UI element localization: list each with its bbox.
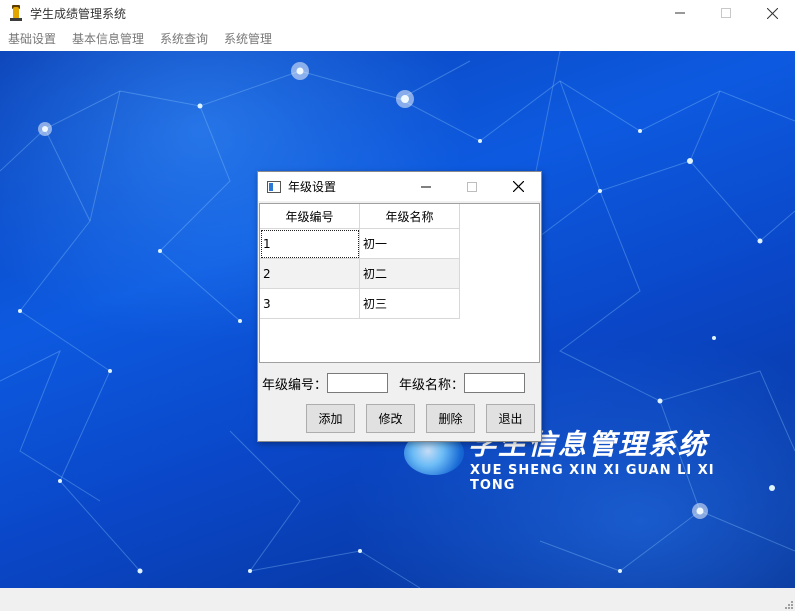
grade-name-label: 年级名称：	[399, 377, 465, 393]
cell-grade-name[interactable]: 初一	[360, 229, 460, 259]
grade-name-input[interactable]	[464, 373, 526, 393]
minimize-icon	[421, 186, 431, 187]
dialog-button-row: 添加 修改 删除 退出	[306, 404, 546, 433]
table-header: 年级编号 年级名称	[260, 204, 460, 229]
grade-settings-dialog: 年级设置 年级编号 年级名称 1 初一 2 初二 3 初三 年级编号： 年级名称…	[257, 171, 542, 442]
minimize-icon	[675, 12, 685, 14]
table-row[interactable]: 2 初二	[260, 259, 460, 289]
dialog-maximize-button[interactable]	[449, 172, 495, 201]
exit-button[interactable]: 退出	[486, 404, 535, 433]
dialog-title: 年级设置	[288, 180, 337, 194]
dialog-icon	[267, 180, 281, 193]
maximize-icon	[467, 181, 477, 192]
resize-grip-icon[interactable]	[783, 599, 793, 609]
logo-subtitle: XUE SHENG XIN XI GUAN LI XI TONG	[470, 463, 715, 493]
app-icon	[10, 5, 22, 21]
close-icon	[766, 7, 778, 19]
maximize-button[interactable]	[703, 0, 749, 26]
cell-grade-name[interactable]: 初二	[360, 259, 460, 289]
grade-id-input[interactable]	[327, 373, 389, 393]
table-row[interactable]: 1 初一	[260, 229, 460, 259]
dialog-window-controls	[403, 172, 541, 201]
close-icon	[512, 181, 524, 192]
maximize-icon	[721, 8, 731, 18]
grade-form: 年级编号： 年级名称：	[262, 372, 542, 394]
window-title: 学生成绩管理系统	[30, 6, 127, 21]
window-controls	[657, 0, 795, 26]
menu-basic-info[interactable]: 基本信息管理	[64, 28, 152, 50]
cell-grade-id[interactable]: 3	[260, 289, 360, 319]
menu-system-query[interactable]: 系统查询	[152, 28, 216, 50]
grade-id-label: 年级编号：	[262, 377, 328, 393]
menu-bar: 基础设置 基本信息管理 系统查询 系统管理	[0, 28, 795, 50]
grade-table[interactable]: 年级编号 年级名称 1 初一 2 初二 3 初三	[259, 203, 540, 363]
column-header-grade-id[interactable]: 年级编号	[260, 204, 360, 229]
menu-system-management[interactable]: 系统管理	[216, 28, 280, 50]
minimize-button[interactable]	[657, 0, 703, 26]
status-bar	[0, 588, 795, 611]
dialog-minimize-button[interactable]	[403, 172, 449, 201]
dialog-close-button[interactable]	[495, 172, 541, 201]
menu-basic-settings[interactable]: 基础设置	[0, 28, 64, 50]
app-titlebar: 学生成绩管理系统	[0, 0, 795, 26]
add-button[interactable]: 添加	[306, 404, 355, 433]
column-header-grade-name[interactable]: 年级名称	[360, 204, 460, 229]
dialog-titlebar[interactable]: 年级设置	[258, 172, 541, 201]
table-row[interactable]: 3 初三	[260, 289, 460, 319]
cell-grade-id[interactable]: 2	[260, 259, 360, 289]
edit-button[interactable]: 修改	[366, 404, 415, 433]
cell-grade-name[interactable]: 初三	[360, 289, 460, 319]
delete-button[interactable]: 删除	[426, 404, 475, 433]
close-button[interactable]	[749, 0, 795, 26]
cell-grade-id[interactable]: 1	[260, 229, 360, 259]
